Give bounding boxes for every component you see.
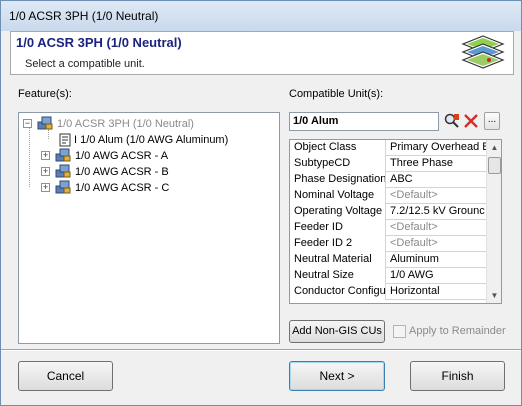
scroll-up-icon[interactable]: ▲ (487, 140, 501, 155)
compatible-unit-icon (59, 133, 71, 147)
grid-row[interactable]: Phase Designation ABC (290, 172, 486, 188)
features-label: Feature(s): (18, 88, 72, 100)
grid-scrollbar[interactable]: ▲ ▼ (486, 140, 501, 303)
search-cu-icon[interactable] (443, 112, 461, 130)
compatible-unit-field[interactable]: 1/0 Alum (289, 112, 439, 131)
grid-row[interactable]: Neutral Material Aluminum (290, 252, 486, 268)
title-bar: 1/0 ACSR 3PH (1/0 Neutral) (1, 1, 521, 31)
tree-item-root[interactable]: − 1/0 ACSR 3PH (1/0 Neutral) (23, 116, 273, 132)
grid-row[interactable]: Conductor Configur Horizontal (290, 284, 486, 300)
footer-divider (1, 349, 521, 351)
grid-row[interactable]: Operating Voltage 7.2/12.5 kV Grounc (290, 204, 486, 220)
feature-group-icon (55, 164, 71, 178)
feature-group-icon (37, 116, 53, 130)
finish-button[interactable]: Finish (410, 361, 505, 391)
tree-item-cu[interactable]: I 1/0 Alum (1/0 AWG Aluminum) (49, 132, 269, 148)
delete-icon[interactable] (462, 112, 480, 130)
apply-to-remainder-label: Apply to Remainder (409, 325, 506, 337)
tree-label: 1/0 ACSR 3PH (1/0 Neutral) (57, 118, 194, 130)
tree-item-phase-a[interactable]: + 1/0 AWG ACSR - A (41, 148, 261, 164)
grid-row[interactable]: Object Class Primary Overhead E (290, 140, 486, 156)
feature-group-icon (55, 180, 71, 194)
layers-logo-icon (461, 35, 505, 69)
tree-label: I 1/0 Alum (1/0 AWG Aluminum) (74, 134, 229, 146)
collapse-icon[interactable]: − (23, 119, 32, 128)
cancel-button[interactable]: Cancel (18, 361, 113, 391)
expand-icon[interactable]: + (41, 183, 50, 192)
expand-icon[interactable]: + (41, 151, 50, 160)
property-grid[interactable]: Object Class Primary Overhead E SubtypeCD… (289, 139, 502, 304)
header-subtitle: Select a compatible unit. (25, 58, 145, 70)
tree-label: 1/0 AWG ACSR - A (75, 150, 169, 162)
add-non-gis-cus-button[interactable]: Add Non-GIS CUs (289, 320, 385, 343)
browse-button[interactable]: ... (484, 112, 500, 130)
grid-row[interactable]: Nominal Voltage <Default> (290, 188, 486, 204)
tree-label: 1/0 AWG ACSR - C (75, 182, 170, 194)
grid-row[interactable]: Feeder ID 2 <Default> (290, 236, 486, 252)
tree-label: 1/0 AWG ACSR - B (75, 166, 169, 178)
feature-group-icon (55, 148, 71, 162)
header-panel: 1/0 ACSR 3PH (1/0 Neutral) Select a comp… (10, 31, 514, 75)
tree-item-phase-c[interactable]: + 1/0 AWG ACSR - C (41, 180, 261, 196)
expand-icon[interactable]: + (41, 167, 50, 176)
grid-row[interactable]: Feeder ID <Default> (290, 220, 486, 236)
grid-row[interactable]: Neutral Size 1/0 AWG (290, 268, 486, 284)
scroll-thumb[interactable] (488, 157, 501, 174)
window-title: 1/0 ACSR 3PH (1/0 Neutral) (9, 9, 159, 23)
grid-row[interactable]: SubtypeCD Three Phase (290, 156, 486, 172)
tree-item-phase-b[interactable]: + 1/0 AWG ACSR - B (41, 164, 261, 180)
feature-tree[interactable]: − 1/0 ACSR 3PH (1/0 Neutral) I 1/0 Alum … (18, 112, 280, 344)
apply-to-remainder-checkbox[interactable] (393, 325, 406, 338)
compatible-units-label: Compatible Unit(s): (289, 88, 384, 100)
next-button[interactable]: Next > (289, 361, 385, 391)
header-title: 1/0 ACSR 3PH (1/0 Neutral) (16, 35, 182, 50)
dialog-window: 1/0 ACSR 3PH (1/0 Neutral) 1/0 ACSR 3PH … (0, 0, 522, 406)
scroll-down-icon[interactable]: ▼ (487, 288, 501, 303)
